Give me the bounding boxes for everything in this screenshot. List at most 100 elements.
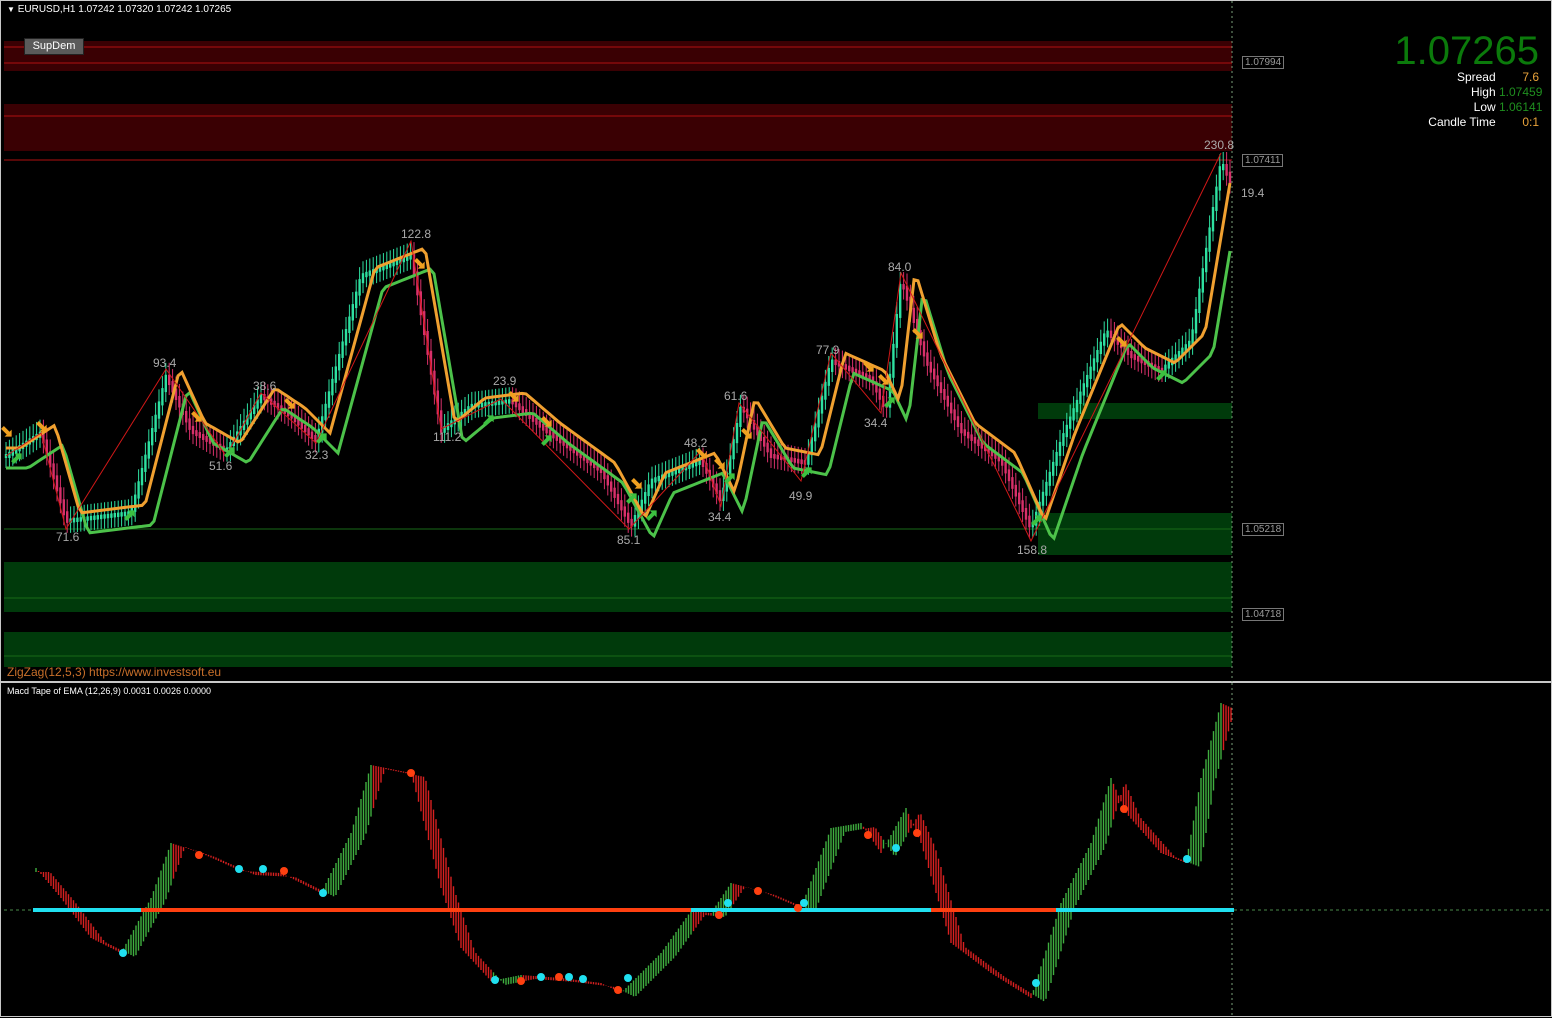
high-row: High 1.07459 xyxy=(1470,85,1542,99)
macd-down-dot xyxy=(555,973,563,981)
macd-subwindow[interactable]: Macd Tape of EMA (12,26,9) 0.0031 0.0026… xyxy=(0,682,1552,1018)
candle-body xyxy=(161,388,164,406)
candle-body xyxy=(151,428,154,446)
macd-down-dot xyxy=(754,887,762,895)
macd-down-dot xyxy=(715,911,723,919)
candle-body xyxy=(912,307,915,323)
candle-body xyxy=(361,273,365,284)
supdem-button[interactable]: SupDem xyxy=(24,38,84,55)
candle-body xyxy=(800,459,803,465)
candle-body xyxy=(946,395,949,407)
candle-body xyxy=(973,436,977,444)
macd-down-dot xyxy=(195,851,203,859)
zigzag-label: 34.4 xyxy=(864,416,888,430)
candle-body xyxy=(1103,333,1106,346)
low-label: Low xyxy=(1473,100,1496,114)
candle-body xyxy=(926,352,929,366)
low-row: Low 1.06141 xyxy=(1473,100,1543,114)
candle-body xyxy=(1109,330,1113,338)
sell-arrow-icon xyxy=(714,458,725,469)
candle-body xyxy=(732,439,735,460)
zigzag-label: 23.9 xyxy=(493,374,517,388)
candle-body xyxy=(545,426,548,434)
chevron-down-icon[interactable]: ▼ xyxy=(7,5,15,14)
candle-body xyxy=(956,416,960,427)
candle-body xyxy=(1041,491,1045,506)
candle-body xyxy=(769,448,773,458)
zigzag-labels: 93.4 71.6 51.6 38.6 32.3 122.8 111.2 23.… xyxy=(56,138,1265,557)
candle-body xyxy=(620,500,623,511)
candle-body xyxy=(1211,207,1215,232)
fast-ma-line xyxy=(6,182,1232,521)
candle-body xyxy=(766,442,769,453)
zigzag-line xyxy=(5,152,1222,543)
candle-body xyxy=(1092,358,1096,371)
candle-body xyxy=(106,513,110,519)
candle-body xyxy=(1058,441,1062,456)
candle-body xyxy=(1079,391,1082,404)
candle-body xyxy=(66,511,69,523)
candle-body xyxy=(627,512,630,523)
candle-body xyxy=(1082,383,1085,396)
candle-body xyxy=(144,454,147,472)
candle-body xyxy=(936,375,939,387)
candle-body xyxy=(644,492,647,504)
candle-body xyxy=(878,388,881,400)
high-label: High xyxy=(1470,85,1496,99)
price-chart-canvas[interactable]: 93.4 71.6 51.6 38.6 32.3 122.8 111.2 23.… xyxy=(1,1,1552,683)
macd-canvas[interactable] xyxy=(1,683,1552,1018)
candle-body xyxy=(797,458,800,464)
candle-body xyxy=(701,459,705,467)
candle-body xyxy=(62,499,65,516)
candle-body xyxy=(76,517,79,523)
candle-body xyxy=(327,391,331,408)
candle-body xyxy=(334,366,337,383)
candle-body xyxy=(1133,354,1136,360)
candle-body xyxy=(1014,484,1017,497)
price-level-tag: 1.04718 xyxy=(1242,608,1285,621)
candle-body xyxy=(647,484,650,497)
candle-body xyxy=(844,364,847,370)
candle-body xyxy=(338,353,341,371)
candle-body xyxy=(623,506,626,517)
macd-down-dot xyxy=(913,829,921,837)
candle-body xyxy=(970,434,973,441)
demand-zone xyxy=(4,632,1232,667)
candle-body xyxy=(307,428,310,436)
candle-body xyxy=(1045,481,1048,496)
candle-body xyxy=(518,403,521,411)
candle-body xyxy=(123,511,127,517)
candle-body xyxy=(899,284,902,318)
candle-body xyxy=(824,381,827,400)
candle-body xyxy=(497,400,501,405)
candle-body xyxy=(834,359,837,366)
candle-body xyxy=(1208,227,1211,252)
candle-body xyxy=(358,279,361,296)
price-chart-panel[interactable]: 93.4 71.6 51.6 38.6 32.3 122.8 111.2 23.… xyxy=(0,0,1552,683)
macd-down-dot xyxy=(407,769,415,777)
candle-body xyxy=(763,437,766,447)
macd-down-dot xyxy=(517,977,525,985)
demand-zone xyxy=(4,562,1232,612)
candle-time-row: Candle Time 0:1 xyxy=(1428,115,1539,129)
zigzag-label: 111.2 xyxy=(433,430,462,444)
candle-body xyxy=(538,420,541,428)
price-level-tag: 1.07411 xyxy=(1242,154,1284,167)
candle-body xyxy=(977,439,980,447)
candle-body xyxy=(331,378,334,396)
candle-body xyxy=(310,431,314,439)
candle-body xyxy=(1024,507,1028,520)
macd-down-dot xyxy=(1120,805,1128,813)
candle-body xyxy=(1222,164,1225,171)
candle-body xyxy=(1215,186,1218,211)
spread-row: Spread 7.6 xyxy=(1457,70,1539,84)
candle-body xyxy=(1055,451,1058,466)
spread-value: 7.6 xyxy=(1522,70,1539,84)
zigzag-label: 93.4 xyxy=(153,356,177,370)
candle-body xyxy=(1205,247,1208,273)
supply-zone xyxy=(4,104,1232,151)
zigzag-label: 84.0 xyxy=(888,260,912,274)
candle-body xyxy=(902,284,905,290)
candle-body xyxy=(1021,500,1024,512)
symbol-quote: EURUSD,H1 1.07242 1.07320 1.07242 1.0726… xyxy=(17,4,232,15)
